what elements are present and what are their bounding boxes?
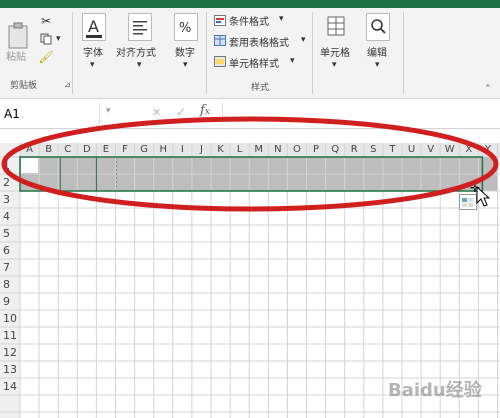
row-header-7[interactable]: 7 — [0, 261, 20, 278]
font-dropdown-icon[interactable]: ▾ — [90, 60, 95, 70]
cells-label: 单元格 — [320, 48, 350, 59]
title-bar — [0, 0, 500, 8]
percent-icon: % — [174, 13, 198, 41]
font-icon: A — [82, 13, 106, 41]
clipboard-launcher-icon[interactable]: ⊿ — [64, 80, 71, 89]
font-label: 字体 — [83, 48, 103, 59]
svg-text:%: % — [179, 21, 191, 36]
number-label: 数字 — [175, 48, 195, 59]
number-button[interactable]: % — [172, 12, 200, 42]
cell-style-icon — [213, 55, 226, 67]
alignment-button[interactable] — [126, 12, 154, 42]
styles-group-label: 样式 — [251, 83, 270, 93]
conditional-format-button[interactable]: 条件格式 — [229, 13, 269, 28]
row-header-11[interactable]: 11 — [0, 329, 20, 346]
cell-style-button[interactable]: 单元格样式 — [229, 55, 279, 70]
cells-button[interactable] — [322, 12, 350, 42]
watermark: Baidu经验 — [388, 380, 482, 401]
row-header-10[interactable]: 10 — [0, 312, 20, 329]
conditional-format-dropdown-icon[interactable]: ▾ — [279, 14, 284, 24]
annotation-ellipse — [1, 116, 499, 212]
cell-style-dropdown-icon[interactable]: ▾ — [290, 56, 295, 66]
cells-icon — [327, 16, 345, 36]
row-header-13[interactable]: 13 — [0, 363, 20, 380]
row-header-14[interactable]: 14 — [0, 380, 20, 397]
row-header-8[interactable]: 8 — [0, 278, 20, 295]
font-button[interactable]: A — [80, 12, 108, 42]
table-format-button[interactable]: 套用表格格式 — [229, 34, 289, 49]
table-format-icon — [213, 34, 226, 46]
alignment-label: 对齐方式 — [116, 48, 156, 59]
align-icon — [128, 13, 152, 41]
copy-dropdown-icon[interactable]: ▾ — [56, 34, 61, 44]
table-format-dropdown-icon[interactable]: ▾ — [301, 35, 306, 45]
search-icon — [366, 13, 390, 41]
format-painter-icon[interactable]: 🖌 — [38, 50, 54, 64]
row-header-6[interactable]: 6 — [0, 244, 20, 261]
paste-label: 粘贴 — [6, 52, 26, 63]
cells-dropdown-icon[interactable]: ▾ — [332, 60, 337, 70]
edit-label: 编辑 — [367, 48, 387, 59]
conditional-format-icon — [213, 14, 226, 26]
copy-icon[interactable] — [38, 32, 54, 46]
edit-button[interactable] — [364, 12, 392, 42]
ribbon: 粘贴 ✂ ▾ 🖌 剪贴板 ⊿ A 字体 ▾ 对齐方式 ▾ % 数字 ▾ 条件格式… — [0, 8, 500, 99]
alignment-dropdown-icon[interactable]: ▾ — [137, 60, 142, 70]
clipboard-group-label: 剪贴板 — [10, 81, 38, 91]
svg-text:A: A — [88, 17, 99, 36]
row-header-9[interactable]: 9 — [0, 295, 20, 312]
collapse-ribbon-icon[interactable]: ⌃ — [484, 84, 492, 94]
number-dropdown-icon[interactable]: ▾ — [183, 60, 188, 70]
edit-dropdown-icon[interactable]: ▾ — [375, 60, 380, 70]
cut-icon[interactable]: ✂ — [38, 14, 54, 28]
row-header-12[interactable]: 12 — [0, 346, 20, 363]
